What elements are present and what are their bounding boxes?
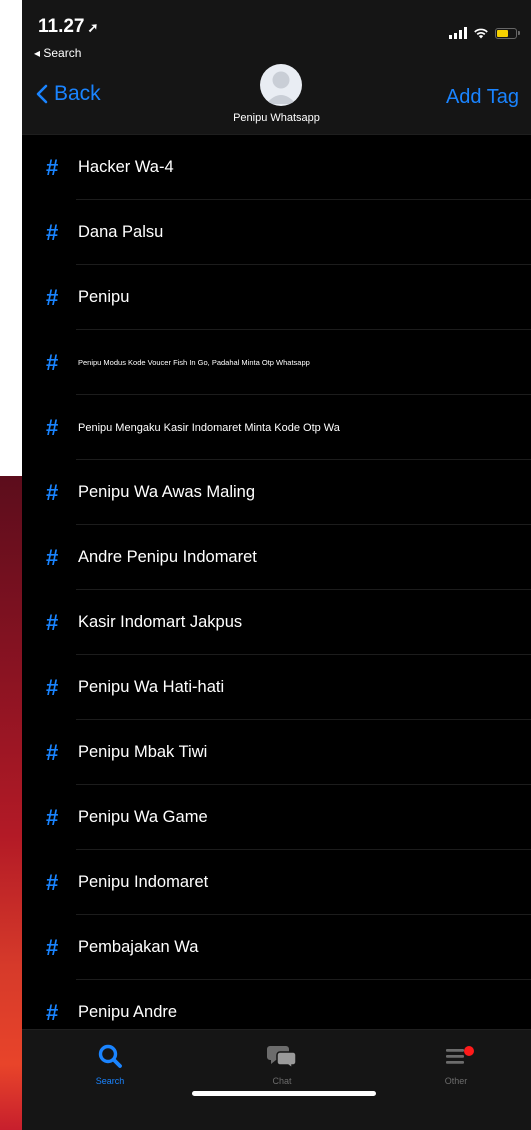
tag-item[interactable]: # Penipu Wa Game: [22, 785, 531, 850]
hashtag-icon: #: [46, 479, 59, 505]
tag-label: Penipu Wa Awas Maling: [78, 483, 256, 501]
hashtag-icon: #: [46, 999, 59, 1025]
tag-label: Penipu Mengaku Kasir Indomaret Minta Kod…: [78, 421, 340, 434]
tag-label: Penipu: [78, 288, 130, 306]
back-button[interactable]: Back: [36, 82, 101, 106]
cellular-signal-icon: [449, 27, 467, 39]
tag-item[interactable]: # Penipu Modus Kode Voucer Fish In Go, Pa…: [22, 330, 531, 395]
tag-item[interactable]: # Penipu Mbak Tiwi: [22, 720, 531, 785]
tag-item[interactable]: # Penipu Wa Hati-hati: [22, 655, 531, 720]
status-bar: 11.27 ➚ ◂ Search: [22, 0, 531, 64]
tab-search-label: Search: [95, 1076, 125, 1086]
tag-label: Kasir Indomart Jakpus: [78, 613, 243, 631]
tag-item[interactable]: # Dana Palsu: [22, 200, 531, 265]
hashtag-icon: #: [46, 804, 59, 830]
status-icons: [449, 26, 520, 40]
page-title: Penipu Whatsapp: [233, 112, 320, 124]
nav-bar: Back Penipu Whatsapp Add Tag: [22, 64, 531, 135]
hashtag-icon: #: [46, 284, 59, 310]
status-time: 11.27 ➚: [38, 16, 98, 38]
tab-bar: Search Chat Other: [22, 1029, 531, 1130]
tab-other-label: Other: [444, 1076, 468, 1086]
tag-label: Penipu Modus Kode Voucer Fish In Go, Pad…: [78, 358, 310, 367]
hashtag-icon: #: [46, 934, 59, 960]
tag-label: Dana Palsu: [78, 223, 164, 241]
tag-label: Pembajakan Wa: [78, 938, 199, 956]
hashtag-icon: #: [46, 414, 59, 440]
location-arrow-icon: ➚: [87, 20, 99, 35]
person-icon: [266, 71, 296, 104]
tag-item[interactable]: # Andre Penipu Indomaret: [22, 525, 531, 590]
chat-icon: [267, 1046, 297, 1070]
tag-label: Andre Penipu Indomaret: [78, 548, 257, 566]
battery-icon: [495, 27, 520, 39]
add-tag-button[interactable]: Add Tag: [446, 86, 519, 109]
hashtag-icon: #: [46, 349, 59, 375]
notification-badge: [464, 1046, 474, 1056]
status-time-text: 11.27: [38, 16, 85, 37]
tag-item[interactable]: # Penipu Mengaku Kasir Indomaret Minta Ko…: [22, 395, 531, 460]
search-icon: [98, 1044, 122, 1068]
tag-label: Penipu Wa Game: [78, 808, 208, 826]
hashtag-icon: #: [46, 739, 59, 765]
hashtag-icon: #: [46, 219, 59, 245]
hashtag-icon: #: [46, 544, 59, 570]
hashtag-icon: #: [46, 609, 59, 635]
tag-label: Penipu Mbak Tiwi: [78, 743, 208, 761]
back-button-label: Back: [54, 82, 101, 105]
tag-item[interactable]: # Kasir Indomart Jakpus: [22, 590, 531, 655]
chevron-left-icon: [36, 84, 48, 104]
tag-item[interactable]: # Penipu: [22, 265, 531, 330]
tag-label: Penipu Indomaret: [78, 873, 209, 891]
hashtag-icon: #: [46, 674, 59, 700]
phone-screen: 11.27 ➚ ◂ Search Back Penipu Whatsapp Ad…: [22, 0, 531, 1130]
tag-item[interactable]: # Pembajakan Wa: [22, 915, 531, 980]
tag-item[interactable]: # Penipu Indomaret: [22, 850, 531, 915]
home-indicator[interactable]: [192, 1091, 376, 1096]
status-back-to-search[interactable]: ◂ Search: [34, 46, 81, 60]
tab-chat-label: Chat: [272, 1076, 292, 1086]
tab-search[interactable]: Search: [60, 1042, 160, 1086]
background-wallpaper: [0, 476, 22, 1130]
wifi-icon: [474, 28, 488, 39]
tag-item[interactable]: # Hacker Wa-4: [22, 135, 531, 200]
hashtag-icon: #: [46, 154, 59, 180]
tag-label: Hacker Wa-4: [78, 158, 174, 176]
tag-label: Penipu Andre: [78, 1003, 178, 1021]
tab-chat[interactable]: Chat: [232, 1042, 332, 1086]
background-edge: [0, 0, 22, 1130]
tag-item[interactable]: # Penipu Wa Awas Maling: [22, 460, 531, 525]
tab-other[interactable]: Other: [406, 1042, 506, 1086]
avatar[interactable]: [260, 64, 302, 106]
tag-list: # Hacker Wa-4 # Dana Palsu # Penipu # Penipu…: [22, 135, 531, 1045]
hashtag-icon: #: [46, 869, 59, 895]
tag-label: Penipu Wa Hati-hati: [78, 678, 225, 696]
